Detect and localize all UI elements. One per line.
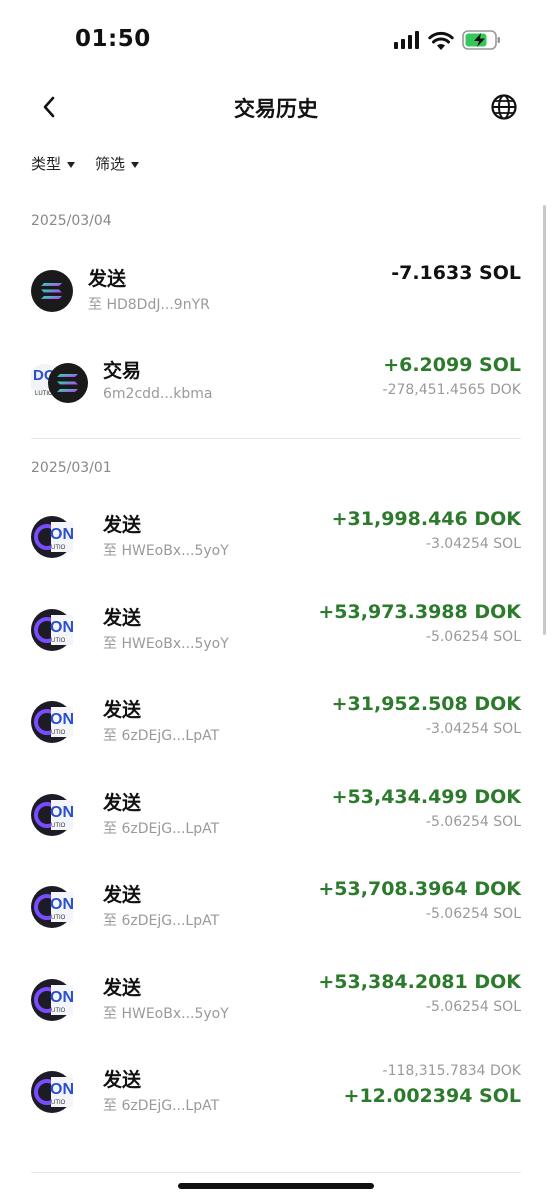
transaction-address: 至 6zDEjG...LpAT <box>103 728 220 744</box>
svg-text:UTIO: UTIO <box>51 545 66 551</box>
transaction-sub-amount: -118,315.7834 DOK <box>382 1063 521 1079</box>
home-indicator[interactable] <box>178 1183 374 1189</box>
svg-text:UTIO: UTIO <box>51 730 66 736</box>
scrollbar[interactable] <box>543 205 546 635</box>
svg-text:UTIO: UTIO <box>51 823 66 829</box>
transaction-amount: +53,434.499 DOK <box>331 786 521 808</box>
transaction-amount: +53,708.3964 DOK <box>318 878 521 900</box>
date-header: 2025/03/01 <box>31 460 112 476</box>
dok-token-icon: ON UTIO <box>31 609 74 651</box>
transaction-row[interactable]: 发送 至 HD8DdJ...9nYR -7.1633 SOL <box>0 262 552 362</box>
transaction-type: 发送 <box>103 977 142 999</box>
transaction-type: 交易 <box>103 360 142 382</box>
transaction-sub-amount: -3.04254 SOL <box>425 536 521 552</box>
transaction-amount: +12.002394 SOL <box>343 1085 521 1107</box>
transaction-amount: +53,384.2081 DOK <box>318 971 521 993</box>
transaction-amount: +31,952.508 DOK <box>331 693 521 715</box>
sol-token-icon <box>31 270 73 312</box>
transaction-sub-amount: -5.06254 SOL <box>425 629 521 645</box>
section-divider <box>31 1172 521 1173</box>
transaction-sub-amount: -3.04254 SOL <box>425 721 521 737</box>
page-title: 交易历史 <box>234 97 318 121</box>
transaction-row[interactable]: ON UTIO 发送至 6zDEjG...LpAT +53,708.3964 DOK -… <box>0 878 552 978</box>
status-time: 01:50 <box>75 26 151 52</box>
transaction-address: 至 HWEoBx...5yoY <box>103 1006 229 1022</box>
wifi-icon <box>428 31 454 50</box>
status-icons <box>394 30 502 50</box>
svg-text:ON: ON <box>50 896 73 913</box>
type-filter-dropdown[interactable]: 类型 <box>31 153 76 174</box>
filter-bar: 类型 筛选 <box>31 153 140 174</box>
svg-text:UTIO: UTIO <box>51 638 66 644</box>
svg-text:ON: ON <box>50 526 73 543</box>
transaction-address: 至 6zDEjG...LpAT <box>103 1098 220 1114</box>
filter-label: 筛选 <box>95 155 126 173</box>
transaction-type: 发送 <box>103 1069 142 1091</box>
transaction-type: 发送 <box>103 792 142 814</box>
transaction-amount: +31,998.446 DOK <box>331 508 521 530</box>
transaction-row[interactable]: ON UTIO 发送至 6zDEjG...LpAT -118,315.7834 DOK… <box>0 1063 552 1163</box>
transaction-address: 至 HWEoBx...5yoY <box>103 636 229 652</box>
svg-text:ON: ON <box>50 804 73 821</box>
transaction-address: 至 6zDEjG...LpAT <box>103 821 220 837</box>
transaction-type: 发送 <box>103 514 142 536</box>
type-filter-label: 类型 <box>31 155 62 173</box>
transaction-type: 发送 <box>103 884 142 906</box>
transaction-amount: +53,973.3988 DOK <box>318 601 521 623</box>
filter-dropdown[interactable]: 筛选 <box>95 153 140 174</box>
transaction-address: 至 6zDEjG...LpAT <box>103 913 220 929</box>
transaction-type: 发送 <box>88 268 127 290</box>
transaction-amount: +6.2099 SOL <box>383 354 521 376</box>
transaction-row[interactable]: ON UTIO 发送至 6zDEjG...LpAT +31,952.508 DOK -3… <box>0 693 552 793</box>
transaction-address: 至 HWEoBx...5yoY <box>103 543 229 559</box>
dok-token-icon: ON UTIO <box>31 886 74 928</box>
language-button[interactable] <box>490 93 520 123</box>
caret-down-icon <box>67 161 76 168</box>
transaction-row[interactable]: ON UTIO 发送至 HWEoBx...5yoY +31,998.446 DOK -3… <box>0 508 552 608</box>
dok-token-icon: ON UTIO <box>31 516 74 558</box>
transaction-type: 发送 <box>103 607 142 629</box>
section-divider <box>31 438 521 439</box>
svg-text:ON: ON <box>50 1081 73 1098</box>
transaction-sub-amount: -278,451.4565 DOK <box>382 382 521 398</box>
svg-text:UTIO: UTIO <box>51 1008 66 1014</box>
transaction-sub-amount: -5.06254 SOL <box>425 906 521 922</box>
transaction-sub-amount: -5.06254 SOL <box>425 814 521 830</box>
status-bar: 01:50 <box>0 0 552 80</box>
svg-text:UTIO: UTIO <box>51 1100 66 1106</box>
signal-icon <box>394 31 419 49</box>
transaction-address: 至 HD8DdJ...9nYR <box>88 297 210 313</box>
transaction-type: 发送 <box>103 699 142 721</box>
date-header: 2025/03/04 <box>31 213 112 229</box>
battery-charging-icon <box>462 30 500 50</box>
dok-token-icon: ON UTIO <box>31 979 74 1021</box>
svg-text:ON: ON <box>50 711 73 728</box>
caret-down-icon <box>131 161 140 168</box>
swap-token-pair-icon: DO LUTIO <box>29 362 93 404</box>
svg-text:ON: ON <box>50 989 73 1006</box>
dok-token-icon: ON UTIO <box>31 701 74 743</box>
transaction-sub-amount: -5.06254 SOL <box>425 999 521 1015</box>
transaction-row[interactable]: ON UTIO 发送至 HWEoBx...5yoY +53,973.3988 DOK -… <box>0 601 552 701</box>
nav-bar: 交易历史 <box>0 80 552 136</box>
dok-token-icon: ON UTIO <box>31 1071 74 1113</box>
svg-text:ON: ON <box>50 619 73 636</box>
transaction-row[interactable]: ON UTIO 发送至 HWEoBx...5yoY +53,384.2081 DOK -… <box>0 971 552 1071</box>
globe-icon <box>491 94 517 120</box>
transaction-amount: -7.1633 SOL <box>391 262 521 284</box>
svg-text:UTIO: UTIO <box>51 915 66 921</box>
transaction-row[interactable]: DO LUTIO 交易 6m2cdd...kbma +6.2099 SOL -2… <box>0 354 552 454</box>
transaction-address: 6m2cdd...kbma <box>103 386 213 402</box>
transaction-row[interactable]: ON UTIO 发送至 6zDEjG...LpAT +53,434.499 DOK -5… <box>0 786 552 886</box>
dok-token-icon: ON UTIO <box>31 794 74 836</box>
